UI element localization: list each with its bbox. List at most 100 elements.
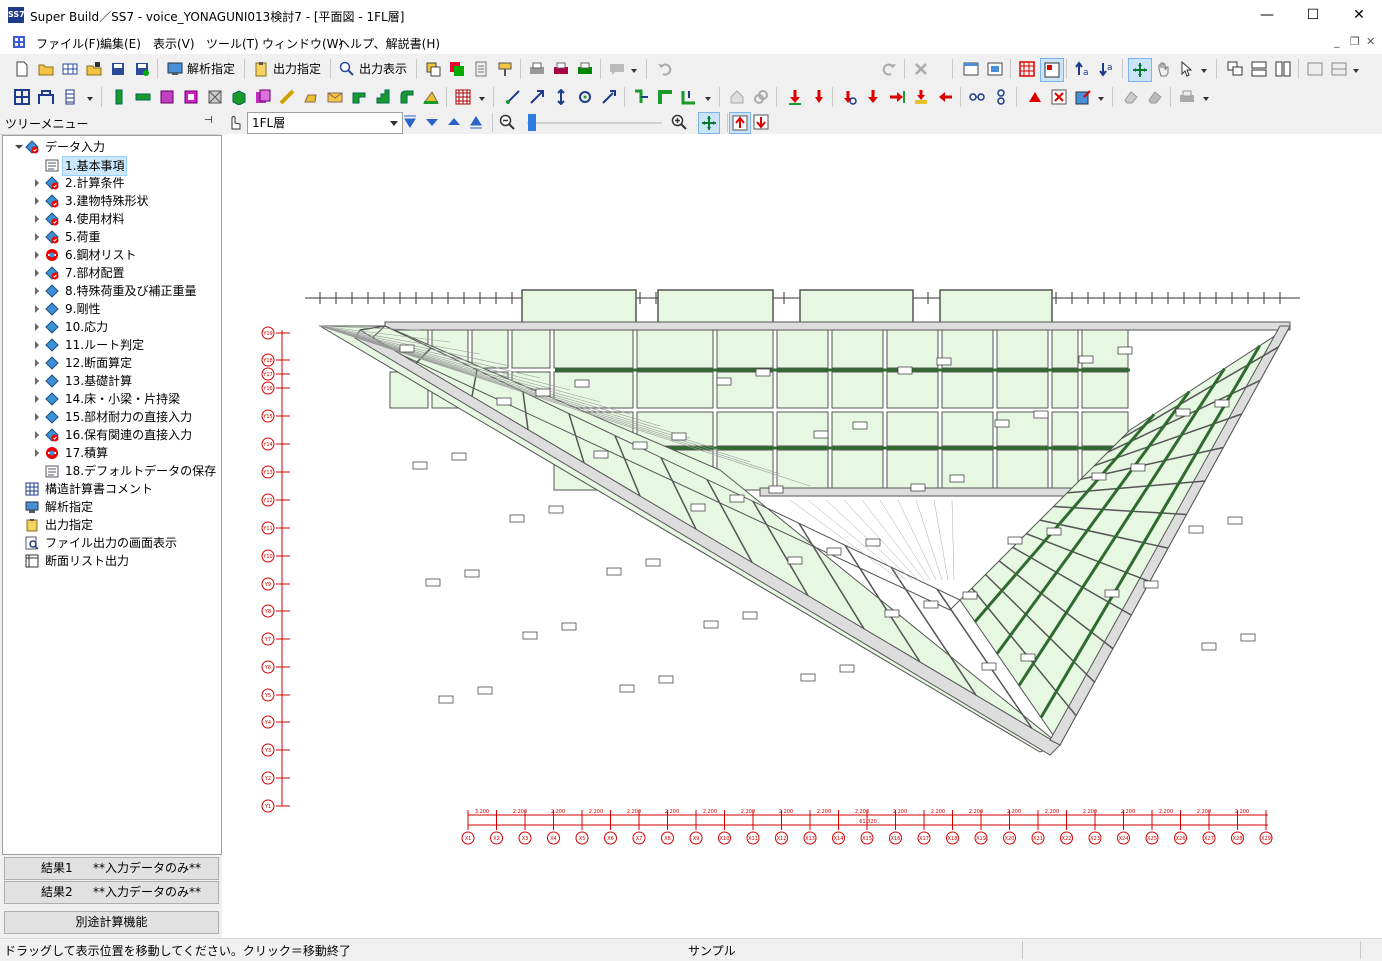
expand-arrow-icon[interactable] bbox=[35, 305, 39, 313]
rotate-icon[interactable] bbox=[574, 86, 596, 108]
diagonal-arrow-icon[interactable] bbox=[526, 86, 548, 108]
tree-item-13[interactable]: 13.基礎計算 bbox=[3, 372, 219, 390]
cascade-icon[interactable] bbox=[1224, 58, 1246, 80]
hand-pointer-icon[interactable] bbox=[227, 114, 243, 133]
mail-icon[interactable] bbox=[324, 86, 346, 108]
support-icon[interactable] bbox=[678, 86, 700, 108]
stair-icon[interactable] bbox=[372, 86, 394, 108]
collapse-arrow-icon[interactable] bbox=[15, 145, 23, 149]
output-view-button[interactable]: 出力表示 bbox=[355, 58, 411, 80]
printer-dropdown-icon[interactable] bbox=[1203, 97, 1209, 101]
layers-dropdown-icon[interactable] bbox=[87, 97, 93, 101]
window-icon[interactable] bbox=[960, 58, 982, 80]
print-setup-icon[interactable] bbox=[574, 58, 596, 80]
eraser2-icon[interactable] bbox=[1144, 86, 1166, 108]
fix-icon[interactable] bbox=[598, 86, 620, 108]
opening-icon[interactable] bbox=[204, 86, 226, 108]
tree-top-item-2[interactable]: 解析指定 bbox=[3, 498, 219, 516]
tree-item-4[interactable]: 4.使用材料 bbox=[3, 210, 219, 228]
load-down-icon[interactable] bbox=[784, 86, 806, 108]
undo-icon[interactable] bbox=[654, 58, 676, 80]
layer-dropdown-icon[interactable] bbox=[390, 121, 398, 126]
color-squares-icon[interactable] bbox=[446, 58, 468, 80]
layer-last-icon[interactable] bbox=[468, 114, 484, 133]
layer-up-icon[interactable] bbox=[446, 114, 462, 133]
tree-top-item-1[interactable]: 構造計算書コメント bbox=[3, 480, 219, 498]
bend-icon[interactable] bbox=[396, 86, 418, 108]
layer-select[interactable]: 1FL層 bbox=[247, 112, 403, 134]
edit-dropdown-icon[interactable] bbox=[1098, 97, 1104, 101]
snap-grid-icon[interactable] bbox=[1040, 58, 1064, 82]
ramp-icon[interactable] bbox=[420, 86, 442, 108]
result1-button[interactable]: 結果1 **入力データのみ** bbox=[4, 857, 219, 880]
move-icon[interactable] bbox=[1128, 58, 1152, 82]
expand-arrow-icon[interactable] bbox=[35, 359, 39, 367]
layout-dropdown-icon[interactable] bbox=[1353, 69, 1359, 73]
tree-item-14[interactable]: 14.床・小梁・片持梁 bbox=[3, 390, 219, 408]
box-icon[interactable] bbox=[228, 86, 250, 108]
separate-calc-button[interactable]: 別途計算機能 bbox=[4, 911, 219, 934]
comment-icon[interactable] bbox=[606, 58, 628, 80]
load-right-icon[interactable] bbox=[886, 86, 908, 108]
pin-icon[interactable]: ⊣ bbox=[204, 115, 213, 126]
wall-icon[interactable] bbox=[156, 86, 178, 108]
frame-grid-icon[interactable] bbox=[11, 86, 33, 108]
zoom-in-icon[interactable] bbox=[671, 114, 687, 133]
menu-file[interactable]: ファイル(F) bbox=[36, 35, 100, 52]
save-icon[interactable] bbox=[107, 58, 129, 80]
open-grid-icon[interactable] bbox=[59, 58, 81, 80]
beam-icon[interactable] bbox=[132, 86, 154, 108]
plan-canvas[interactable]: Y19 Y18 Y17 Y16 Y15 Y14 Y13 Y12 Y11 Y10 Y9 Y8 Y7 Y6 Y5… bbox=[222, 134, 1382, 938]
copy-icon[interactable] bbox=[422, 58, 444, 80]
load-down2-icon[interactable] bbox=[862, 86, 884, 108]
tree-item-11[interactable]: 11.ルート判定 bbox=[3, 336, 219, 354]
tree-item-8[interactable]: 8.特殊荷重及び補正重量 bbox=[3, 282, 219, 300]
tree-item-3[interactable]: 3.建物特殊形状 bbox=[3, 192, 219, 210]
moment-icon[interactable] bbox=[838, 86, 860, 108]
spring-h-icon[interactable] bbox=[966, 86, 988, 108]
pointer-dropdown-icon[interactable] bbox=[1201, 69, 1207, 73]
load-left-icon[interactable] bbox=[934, 86, 956, 108]
mark-delete-icon[interactable] bbox=[1048, 86, 1070, 108]
menu-window[interactable]: ウィンドウ(W) bbox=[262, 35, 343, 52]
layer-down-icon[interactable] bbox=[424, 114, 440, 133]
tree-item-2[interactable]: 2.計算条件 bbox=[3, 174, 219, 192]
tree-top-item-5[interactable]: 断面リスト出力 bbox=[3, 552, 219, 570]
open-folder-icon[interactable] bbox=[35, 58, 57, 80]
delete-icon[interactable] bbox=[910, 58, 932, 80]
doc-window-icon[interactable] bbox=[12, 35, 26, 49]
tree-item-1[interactable]: 1.基本事項 bbox=[3, 156, 219, 176]
window2-icon[interactable] bbox=[984, 58, 1006, 80]
expand-arrow-icon[interactable] bbox=[35, 197, 39, 205]
expand-arrow-icon[interactable] bbox=[35, 377, 39, 385]
tile-vertical-icon[interactable] bbox=[1272, 58, 1294, 80]
print-preview-icon[interactable] bbox=[550, 58, 572, 80]
edit-box-icon[interactable] bbox=[1072, 86, 1094, 108]
mdi-minimize-button[interactable]: _ bbox=[1334, 35, 1340, 48]
tree-item-12[interactable]: 12.断面算定 bbox=[3, 354, 219, 372]
menu-view[interactable]: 表示(V) bbox=[153, 35, 195, 52]
spring-v-icon[interactable] bbox=[990, 86, 1012, 108]
layer-first-icon[interactable] bbox=[402, 114, 418, 133]
tree-item-16[interactable]: 16.保有関連の直接入力 bbox=[3, 426, 219, 444]
column-icon[interactable] bbox=[108, 86, 130, 108]
minimize-button[interactable]: — bbox=[1244, 0, 1290, 31]
expand-arrow-icon[interactable] bbox=[35, 269, 39, 277]
new-file-icon[interactable] bbox=[11, 58, 33, 80]
expand-arrow-icon[interactable] bbox=[35, 413, 39, 421]
text-up-icon[interactable]: a bbox=[1072, 58, 1094, 80]
expand-arrow-icon[interactable] bbox=[35, 449, 39, 457]
folder-lock-icon[interactable] bbox=[83, 58, 105, 80]
expand-arrow-icon[interactable] bbox=[35, 395, 39, 403]
maximize-button[interactable]: ☐ bbox=[1290, 0, 1336, 31]
tree-item-7[interactable]: 7.部材配置 bbox=[3, 264, 219, 282]
diagonal-link-icon[interactable] bbox=[502, 86, 524, 108]
frame-icon[interactable] bbox=[35, 86, 57, 108]
joint-icon[interactable] bbox=[630, 86, 652, 108]
tree-top-item-3[interactable]: 出力指定 bbox=[3, 516, 219, 534]
link-icon[interactable] bbox=[750, 86, 772, 108]
brace-icon[interactable] bbox=[276, 86, 298, 108]
zoom-slider[interactable] bbox=[527, 122, 662, 124]
corner-icon[interactable] bbox=[654, 86, 676, 108]
foundation-icon[interactable] bbox=[300, 86, 322, 108]
